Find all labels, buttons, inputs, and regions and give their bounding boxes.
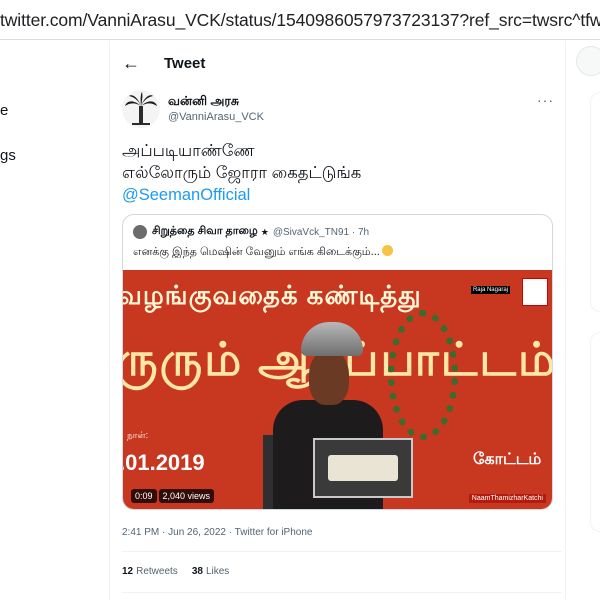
channel-logo-icon: [522, 278, 548, 306]
quoted-tweet-text: எனக்கு இந்த மெஷின் வேனும் எங்க கிடைக்கும…: [133, 245, 393, 260]
helmet-shape: [301, 322, 363, 356]
machine-dial: [328, 455, 398, 481]
tweet-timestamp[interactable]: 2:41 PM · Jun 26, 2022 · Twitter for iPh…: [122, 527, 312, 538]
page-title: Tweet: [164, 54, 206, 72]
tweet-author: வன்னி அரசு @VanniArasu_VCK ···: [122, 90, 562, 130]
avatar: [133, 225, 147, 239]
star-icon: ★: [260, 226, 269, 237]
quoted-text: எனக்கு இந்த மெஷின் வேனும் எங்க கிடைக்கும…: [133, 246, 380, 258]
likes-label: Likes: [205, 566, 230, 577]
video-views: 2,040 views: [158, 489, 215, 503]
right-avatar-icon[interactable]: [576, 46, 600, 76]
garland-shape: [388, 310, 458, 440]
likes-stat[interactable]: 38 Likes: [192, 566, 229, 577]
video-watermark: Raja Nagaraj: [470, 286, 510, 294]
retweets-label: Retweets: [136, 566, 178, 577]
emoji-icon: [381, 245, 393, 256]
video-banner-text: வழங்குவதைக் கண்டித்து: [123, 280, 422, 310]
video-banner-text: .01.2019: [123, 450, 205, 475]
likes-count: 38: [191, 566, 203, 577]
left-sidebar: e gs: [0, 41, 110, 600]
tweet-text-line: அப்படியாண்ணே: [122, 142, 255, 160]
quoted-author-name: சிறுத்தை சிவா தாழை: [152, 225, 258, 237]
url-text[interactable]: twitter.com/VanniArasu_VCK/status/154098…: [0, 8, 600, 31]
speaker-head: [309, 350, 349, 405]
right-panel-card: [590, 92, 600, 312]
video-banner-text: நாள்:: [127, 430, 149, 440]
back-arrow-icon[interactable]: ←: [110, 53, 150, 74]
page-header: ← Tweet: [110, 41, 565, 85]
quoted-author-handle: @SivaVck_TN91 · 7h: [272, 226, 370, 238]
divider: [122, 592, 562, 593]
tweet-text-line: எல்லோரும் ஜோரா கைதட்டுங்க: [122, 164, 362, 182]
palm-tree-icon: [125, 92, 157, 125]
mention-link[interactable]: @SeemanOfficial: [122, 184, 552, 206]
sidebar-item-fragment[interactable]: gs: [0, 147, 16, 164]
video-ticker: NaamThamizharKatchi: [468, 494, 546, 503]
tweet-stats: 12 Retweets 38 Likes: [122, 566, 229, 577]
sidebar-item-fragment[interactable]: e: [0, 102, 8, 119]
quoted-tweet[interactable]: சிறுத்தை சிவா தாழை ★ @SivaVck_TN91 · 7h …: [122, 214, 553, 510]
author-handle[interactable]: @VanniArasu_VCK: [168, 111, 264, 123]
video-overlay: 0:09 2,040 views: [131, 489, 215, 503]
video-banner-text: கோட்டம்: [473, 451, 542, 468]
retweets-stat[interactable]: 12 Retweets: [122, 566, 178, 577]
divider: [122, 551, 562, 552]
quoted-tweet-header: சிறுத்தை சிவா தாழை ★ @SivaVck_TN91 · 7h: [133, 223, 369, 241]
author-name[interactable]: வன்னி அரசு: [168, 94, 239, 110]
retweets-count: 12: [122, 566, 134, 577]
browser-address-bar[interactable]: twitter.com/VanniArasu_VCK/status/154098…: [0, 0, 600, 40]
tweet-text: அப்படியாண்ணே எல்லோரும் ஜோரா கைதட்டுங்க @…: [122, 140, 552, 206]
right-panel-card: [590, 332, 600, 532]
more-options-icon[interactable]: ···: [537, 92, 554, 108]
avatar[interactable]: [122, 90, 160, 128]
video-player[interactable]: வழங்குவதைக் கண்டித்து ருரும் ஆர்ப்பாட்டம…: [123, 270, 552, 509]
video-duration: 0:09: [131, 489, 157, 503]
